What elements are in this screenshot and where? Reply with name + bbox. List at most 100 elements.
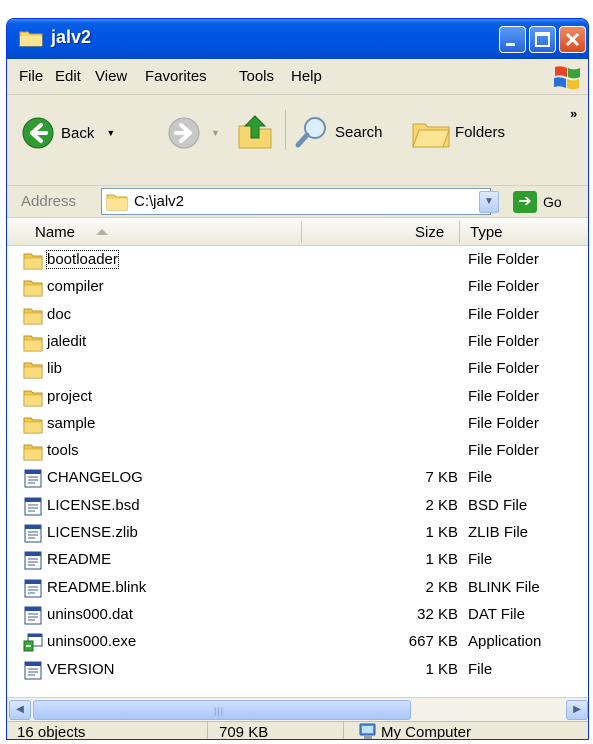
forward-button[interactable]: ▼ (167, 116, 220, 150)
scroll-right-button[interactable]: ▶ (566, 700, 588, 720)
address-value: C:\jalv2 (134, 193, 185, 210)
file-type: BSD File (468, 496, 528, 514)
search-button[interactable]: Search (295, 114, 383, 150)
application-icon (23, 633, 43, 652)
column-divider[interactable] (301, 221, 302, 243)
file-name[interactable]: doc (47, 306, 71, 323)
up-folder-button[interactable] (237, 112, 273, 150)
scroll-left-button[interactable]: ◀ (9, 700, 31, 720)
document-icon (24, 551, 42, 570)
file-name[interactable]: lib (47, 360, 62, 377)
menu-favorites[interactable]: Favorites (145, 68, 207, 85)
table-row[interactable]: sample File Folder (7, 411, 588, 438)
file-name[interactable]: unins000.dat (47, 606, 133, 623)
file-type: File (468, 551, 493, 569)
table-row[interactable]: CHANGELOG 7 KB File (7, 465, 588, 492)
table-row[interactable]: tools File Folder (7, 438, 588, 465)
file-name[interactable]: unins000.exe (47, 633, 136, 650)
file-name[interactable]: jaledit (47, 333, 86, 350)
file-name[interactable]: README.blink (47, 579, 146, 596)
table-row[interactable]: README.blink 2 KB BLINK File (7, 575, 588, 602)
file-name[interactable]: README (47, 551, 111, 568)
folder-icon (23, 444, 43, 461)
file-size: 667 KB (408, 633, 458, 651)
chevron-left-icon: ◀ (16, 704, 24, 715)
column-name[interactable]: Name (35, 224, 75, 241)
forward-dropdown-icon[interactable]: ▼ (211, 128, 220, 138)
minimize-button[interactable] (499, 26, 526, 53)
file-name[interactable]: compiler (47, 278, 104, 295)
close-icon (565, 32, 580, 47)
table-row[interactable]: LICENSE.zlib 1 KB ZLIB File (7, 520, 588, 547)
toolbar: Back ▼ ▼ Search Folders » (7, 96, 588, 186)
document-icon (24, 524, 42, 543)
menu-edit[interactable]: Edit (55, 68, 81, 85)
title-bar[interactable]: jalv2 (7, 19, 588, 59)
forward-arrow-icon (168, 117, 200, 149)
file-type: File (468, 469, 493, 487)
file-name[interactable]: VERSION (47, 661, 115, 678)
go-button[interactable]: Go (543, 194, 562, 210)
file-type: File Folder (468, 278, 539, 296)
file-name[interactable]: sample (47, 415, 95, 432)
back-arrow-icon (22, 117, 54, 149)
horizontal-scrollbar[interactable]: ◀ ||| ▶ (7, 697, 588, 721)
file-type: BLINK File (468, 578, 540, 596)
document-icon (24, 579, 42, 598)
my-computer-icon (359, 723, 376, 739)
file-name[interactable]: LICENSE.zlib (47, 524, 138, 541)
file-name[interactable]: CHANGELOG (47, 469, 143, 486)
file-name[interactable]: project (47, 388, 92, 405)
up-folder-icon (238, 115, 272, 149)
file-name[interactable]: LICENSE.bsd (47, 497, 140, 514)
address-input[interactable]: C:\jalv2 (101, 188, 491, 215)
status-location: My Computer (381, 724, 472, 740)
table-row[interactable]: lib File Folder (7, 356, 588, 383)
menu-tools[interactable]: Tools (239, 68, 274, 85)
column-type[interactable]: Type (470, 224, 503, 241)
back-label: Back (61, 124, 95, 142)
search-icon (295, 117, 326, 148)
column-divider[interactable] (459, 221, 460, 243)
close-button[interactable] (559, 26, 586, 53)
file-name[interactable]: tools (47, 442, 79, 459)
table-row[interactable]: doc File Folder (7, 302, 588, 329)
table-row[interactable]: jaledit File Folder (7, 329, 588, 356)
menu-view[interactable]: View (95, 68, 127, 85)
file-size: 1 KB (425, 551, 458, 569)
document-icon (24, 606, 42, 625)
file-size: 2 KB (425, 496, 458, 514)
menu-help[interactable]: Help (291, 68, 322, 85)
go-arrow-icon[interactable]: ➔ (513, 191, 537, 213)
folder-icon (19, 31, 43, 47)
search-label: Search (335, 123, 383, 141)
back-button[interactable]: Back ▼ (21, 116, 115, 150)
file-name[interactable]: bootloader (46, 250, 119, 269)
maximize-button[interactable] (529, 26, 556, 53)
file-type: File (468, 660, 493, 678)
table-row[interactable]: compiler File Folder (7, 274, 588, 301)
folder-icon (23, 362, 43, 379)
menu-file[interactable]: File (19, 68, 43, 85)
back-dropdown-icon[interactable]: ▼ (106, 128, 115, 138)
file-type: File Folder (468, 387, 539, 405)
file-type: ZLIB File (468, 524, 529, 541)
toolbar-overflow-chevron[interactable]: » (570, 106, 577, 121)
table-row[interactable]: bootloader File Folder (7, 247, 588, 274)
file-type: DAT File (468, 605, 525, 623)
table-row[interactable]: project File Folder (7, 384, 588, 411)
address-dropdown-button[interactable]: ▼ (479, 191, 499, 213)
scrollbar-thumb[interactable]: ||| (33, 700, 411, 720)
folder-icon (23, 253, 43, 270)
table-row[interactable]: README 1 KB File (7, 547, 588, 574)
file-list[interactable]: Name Size Type bootloader File Folder comp… (7, 218, 588, 697)
folder-icon (23, 417, 43, 434)
table-row[interactable]: LICENSE.bsd 2 KB BSD File (7, 493, 588, 520)
folders-button[interactable]: Folders (411, 114, 505, 150)
toolbar-separator (285, 110, 286, 150)
table-row[interactable]: unins000.exe 667 KB Application (7, 629, 588, 656)
folders-icon (412, 123, 450, 148)
column-size[interactable]: Size (415, 224, 444, 241)
table-row[interactable]: VERSION 1 KB File (7, 657, 588, 684)
table-row[interactable]: unins000.dat 32 KB DAT File (7, 602, 588, 629)
